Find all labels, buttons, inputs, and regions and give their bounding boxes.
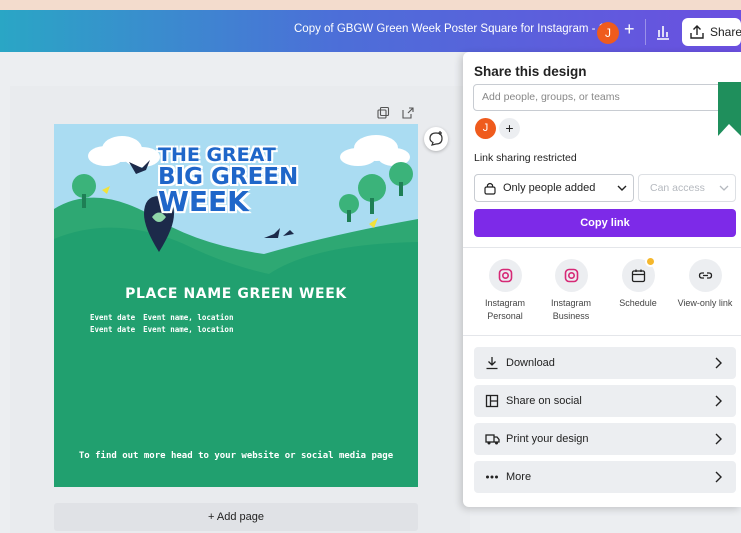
document-title[interactable]: Copy of GBGW Green Week Poster Square fo… [294,23,611,35]
share-option-instagram-business[interactable]: Instagram Business [536,259,606,323]
add-people-input[interactable]: Add people, groups, or teams [473,84,741,111]
option-label: Business [552,311,590,321]
option-label: Instagram [484,298,526,308]
instagram-icon [564,268,578,283]
action-label: More [506,471,532,483]
chevron-right-icon [715,357,722,369]
logo-line: WEEK [158,185,249,218]
share-button[interactable]: Share [682,18,741,46]
upload-icon [690,25,704,39]
share-button-label: Share [710,25,741,39]
share-panel-title: Share this design [474,64,587,79]
chevron-right-icon [715,433,722,445]
instagram-icon [498,268,512,283]
calendar-icon [631,269,645,283]
top-bar: Copy of GBGW Green Week Poster Square fo… [0,10,741,52]
more-icon [486,475,498,479]
share-option-view-only-link[interactable]: View-only link [670,259,740,310]
event-date: Event date [90,313,136,322]
copy-link-button[interactable]: Copy link [474,209,736,237]
share-on-social-row[interactable]: Share on social [474,385,736,417]
poster-logo: THE GREAT BIG GREEN WEEK [158,144,298,216]
event-date: Event date [90,325,136,334]
poster-design[interactable]: THE GREAT BIG GREEN WEEK PLACE NAME GREE… [54,124,418,487]
new-badge [644,256,656,267]
event-name: Event name, location [143,325,234,334]
logo-line: THE GREAT [158,144,276,166]
permission-select-value: Can access [650,182,705,194]
chevron-down-icon [719,185,729,191]
truck-icon [485,434,500,445]
chevron-right-icon [715,395,722,407]
divider [645,19,646,45]
option-label: View-only link [677,298,733,308]
event-name: Event name, location [143,313,234,322]
add-person-button[interactable]: + [499,118,520,139]
divider [463,247,741,248]
top-strip [0,0,741,10]
duplicate-page-icon[interactable] [376,106,390,120]
share-option-instagram-personal[interactable]: Instagram Personal [470,259,540,323]
comment-icon [429,131,443,146]
link-sharing-label: Link sharing restricted [474,152,577,164]
download-row[interactable]: Download [474,347,736,379]
action-label: Download [506,357,555,369]
event-row: Event date Event name, location [90,313,233,322]
chevron-down-icon [617,185,627,191]
access-select-value: Only people added [503,182,596,194]
link-icon [698,272,712,279]
access-select[interactable]: Only people added [474,174,634,202]
add-page-icon[interactable] [401,106,415,120]
analytics-icon[interactable] [652,21,674,43]
chevron-right-icon [715,471,722,483]
add-comment-button[interactable] [424,127,448,151]
event-row: Event date Event name, location [90,325,233,334]
add-collaborator-button[interactable]: + [624,19,635,40]
share-option-schedule[interactable]: Schedule [603,256,673,310]
user-avatar[interactable]: J [597,22,619,44]
poster-footer: To find out more head to your website or… [78,451,394,461]
bookmark-shape [718,82,741,136]
option-label: Instagram [550,298,592,308]
collaborator-avatar[interactable]: J [475,118,496,139]
more-row[interactable]: More [474,461,736,493]
add-page-button[interactable]: + Add page [54,503,418,531]
option-label: Schedule [619,298,657,308]
lock-icon [484,182,496,195]
action-label: Share on social [506,395,582,407]
poster-title: PLACE NAME GREEN WEEK [125,286,347,302]
share-social-icon [485,394,499,408]
option-label: Personal [487,311,523,321]
action-label: Print your design [506,433,589,445]
divider [463,335,741,336]
print-design-row[interactable]: Print your design [474,423,736,455]
download-icon [486,357,498,370]
permission-select[interactable]: Can access [638,174,736,202]
